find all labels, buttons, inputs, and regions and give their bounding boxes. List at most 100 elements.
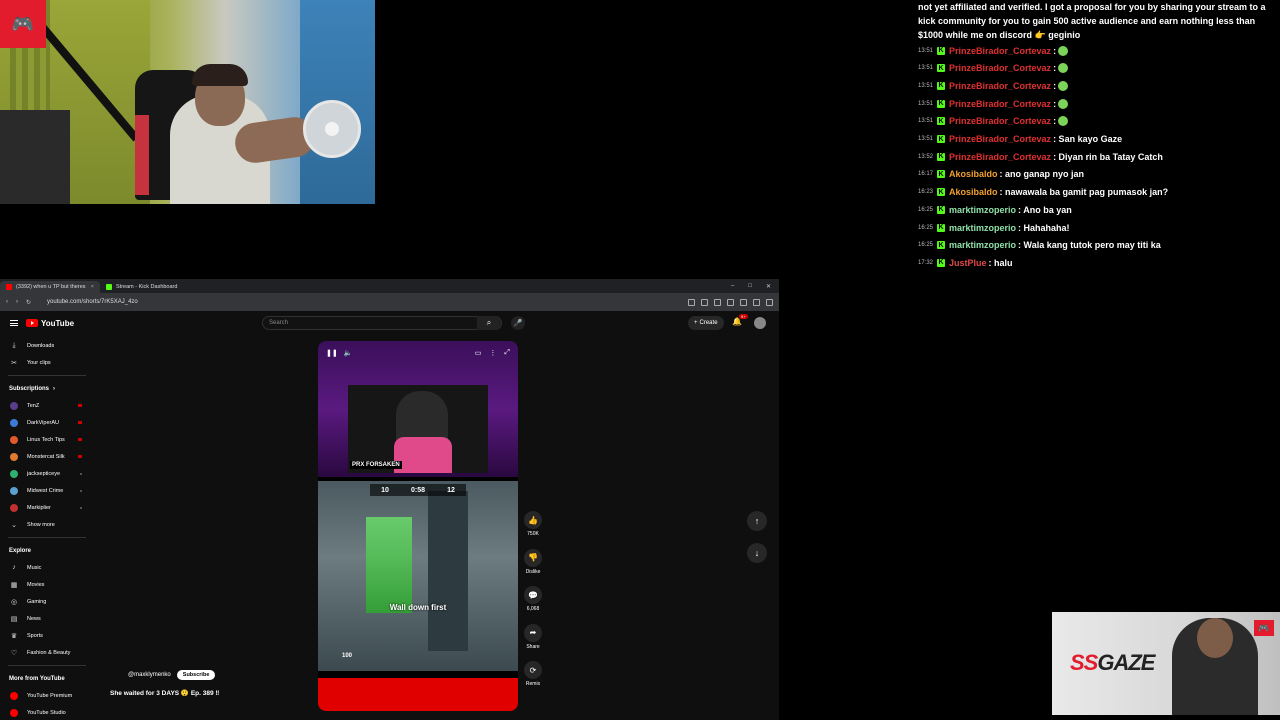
avatar[interactable] — [754, 317, 766, 329]
chat-username[interactable]: PrinzeBirador_Cortevaz — [949, 46, 1051, 56]
share-icon[interactable] — [701, 298, 708, 306]
channel-avatar — [10, 452, 18, 461]
chat-username[interactable]: marktimzoperio — [949, 240, 1016, 250]
sidebar-item-label: Monstercat Silk — [27, 453, 65, 460]
round-timer: 0:58 — [410, 486, 425, 494]
sidebar-item-more[interactable]: YouTube Studio — [0, 704, 94, 720]
youtube-logo[interactable]: YouTube — [26, 319, 74, 328]
dislike-button[interactable]: 👎 Dislike — [522, 548, 544, 575]
channel-avatar — [10, 418, 18, 427]
doorway — [428, 491, 468, 651]
live-indicator — [78, 438, 82, 441]
sidebar-item-explore[interactable]: ♪ Music — [0, 559, 94, 576]
search-input[interactable]: Search ⌕ — [262, 316, 502, 330]
chat-username[interactable]: marktimzoperio — [949, 205, 1016, 215]
minimize-icon[interactable]: – — [731, 283, 734, 290]
fullscreen-icon[interactable]: ⤢ — [504, 349, 510, 357]
create-button[interactable]: + Create — [688, 316, 724, 330]
sidebar-item-label: Sports — [27, 632, 43, 639]
microphone-icon[interactable]: 🎤 — [511, 316, 525, 330]
streamer-hair — [192, 64, 248, 86]
volume-icon[interactable]: 🔈 — [344, 349, 353, 357]
kick-badge-icon: K — [937, 135, 946, 143]
chat-username[interactable]: PrinzeBirador_Cortevaz — [949, 152, 1051, 162]
cast-icon[interactable] — [688, 298, 695, 306]
chat-username[interactable]: JustPlue — [949, 258, 987, 268]
chat-username[interactable]: Akosibaldo — [949, 169, 998, 179]
electric-fan — [303, 100, 361, 158]
kick-badge-icon: K — [937, 241, 946, 250]
action-label: Remix — [525, 681, 541, 687]
youtube-play-icon — [26, 319, 38, 327]
comments-button[interactable]: 💬 6,068 — [522, 586, 544, 612]
url-field[interactable]: youtube.com/shorts/7rK5XAJ_4zo — [47, 299, 138, 305]
sidebar-icon[interactable] — [740, 298, 747, 306]
search-icon[interactable]: ⌕ — [477, 316, 501, 330]
like-button[interactable]: 👍 750K — [522, 511, 544, 537]
chat-username[interactable]: PrinzeBirador_Cortevaz — [949, 116, 1051, 126]
forward-icon[interactable]: › — [16, 299, 18, 305]
reload-icon[interactable]: ↻ — [26, 299, 31, 306]
sidebar-item-label: Movies — [27, 581, 45, 588]
sidebar-item-explore[interactable]: ◎ Gaming — [0, 593, 94, 610]
next-short-icon[interactable]: ↓ — [747, 543, 767, 563]
chair-accent — [135, 115, 149, 195]
sidebar-item-explore[interactable]: ♡ Fashion & Beauty — [0, 644, 94, 661]
profile-icon[interactable] — [753, 298, 760, 306]
sidebar-item-subscription[interactable]: TenZ — [0, 397, 94, 414]
sidebar-item-downloads[interactable]: ⤓ Downloads — [0, 337, 94, 354]
sidebar-item-more[interactable]: YouTube Premium — [0, 687, 94, 704]
chat-username[interactable]: PrinzeBirador_Cortevaz — [949, 99, 1051, 109]
extension-icon[interactable] — [714, 298, 721, 306]
share-button[interactable]: ➦ Share — [522, 623, 544, 650]
chat-username[interactable]: PrinzeBirador_Cortevaz — [949, 81, 1051, 91]
menu-icon[interactable] — [766, 298, 773, 306]
chat-timestamp: 13:51 — [918, 47, 934, 54]
sidebar-item-subscription[interactable]: Markiplier — [0, 499, 94, 516]
show-more-button[interactable]: ⌄ Show more — [0, 516, 94, 533]
close-tab-icon[interactable]: × — [91, 284, 94, 290]
address-bar: ‹ › ↻ youtube.com/shorts/7rK5XAJ_4zo — [0, 293, 779, 311]
maximize-icon[interactable]: □ — [748, 283, 752, 290]
sidebar-item-label: jacksepticeye — [27, 470, 61, 477]
tab-kick[interactable]: Stream - Kick Dashboard — [100, 281, 200, 293]
chat-username[interactable]: Akosibaldo — [949, 187, 998, 197]
previous-short-icon[interactable]: ↑ — [747, 511, 767, 531]
short-video-player[interactable]: PRX FORSAKEN ❚❚ 🔈 ▭ ⋮ ⤢ 10 0:58 12 Wall … — [318, 341, 518, 711]
tab-youtube[interactable]: (3392) when u TP but theres × — [0, 281, 100, 293]
remix-button[interactable]: ⟳ Remix — [522, 661, 544, 687]
browser-window: (3392) when u TP but theres × Stream - K… — [0, 279, 779, 720]
channel-avatar — [10, 486, 18, 495]
subscriptions-heading[interactable]: Subscriptions › — [0, 380, 94, 397]
chat-timestamp: 16:23 — [918, 189, 934, 196]
chat-username[interactable]: marktimzoperio — [949, 223, 1016, 233]
chat-text: : Hahahaha! — [1018, 222, 1070, 233]
captions-icon[interactable]: ▭ — [475, 349, 482, 357]
chat-username[interactable]: PrinzeBirador_Cortevaz — [949, 134, 1051, 144]
new-content-dot — [80, 506, 82, 509]
sidebar-item-subscription[interactable]: Monstercat Silk — [0, 448, 94, 465]
back-icon[interactable]: ‹ — [6, 299, 8, 305]
subscribe-button[interactable]: Subscribe — [176, 670, 216, 680]
close-window-icon[interactable]: ✕ — [766, 283, 771, 290]
sidebar-item-subscription[interactable]: Linus Tech Tips — [0, 431, 94, 448]
sidebar-item-subscription[interactable]: DarkViperAU — [0, 414, 94, 431]
chat-username[interactable]: PrinzeBirador_Cortevaz — [949, 63, 1051, 73]
more-options-icon[interactable]: ⋮ — [489, 349, 496, 357]
video-caption: Wall down first — [389, 603, 447, 612]
sidebar-item-your-clips[interactable]: ✂ Your clips — [0, 354, 94, 371]
chat-message: 13:51 K PrinzeBirador_Cortevaz: San kayo G… — [918, 131, 1122, 148]
remix-icon: ⟳ — [524, 661, 542, 679]
sidebar-item-explore[interactable]: ▤ News — [0, 610, 94, 627]
sidebar-item-subscription[interactable]: Midwest Crime — [0, 482, 94, 499]
bookmark-icon[interactable] — [727, 298, 734, 306]
window-controls: – □ ✕ — [731, 283, 779, 290]
channel-name[interactable]: @maxklymenko — [128, 672, 171, 678]
chat-text: : — [1053, 80, 1057, 91]
hamburger-menu-icon[interactable] — [10, 320, 18, 326]
sidebar-item-explore[interactable]: ▦ Movies — [0, 576, 94, 593]
dislike-icon: 👎 — [524, 548, 542, 567]
sidebar-item-subscription[interactable]: jacksepticeye — [0, 465, 94, 482]
sidebar-item-explore[interactable]: ♛ Sports — [0, 627, 94, 644]
pause-icon[interactable]: ❚❚ — [326, 349, 338, 357]
